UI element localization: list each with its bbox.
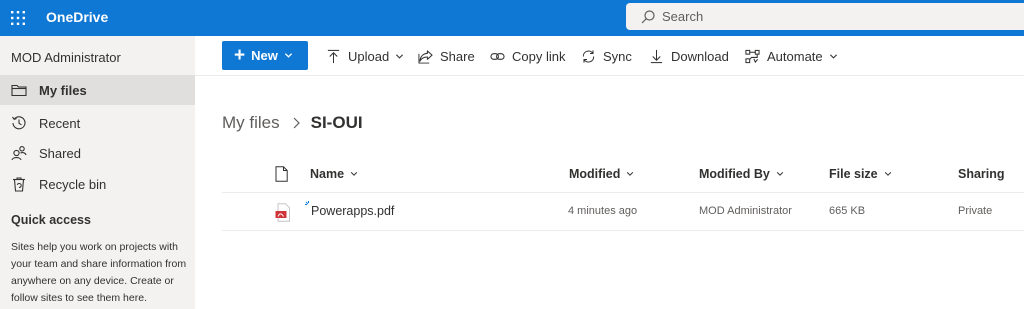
download-label: Download [671,48,729,64]
upload-icon [327,49,340,63]
left-nav: MOD Administrator My files Recent Shared… [0,36,195,309]
column-header-modified[interactable]: Modified [569,167,634,181]
column-header-label: File size [829,167,878,181]
chevron-down-icon [627,172,634,176]
column-header-modified-by[interactable]: Modified By [699,167,784,181]
nav-item-recent[interactable]: Recent [0,108,195,138]
table-row[interactable]: Powerapps.pdf 4 minutes ago MOD Administ… [222,193,1024,231]
download-button[interactable]: Download [649,46,729,66]
file-modified: 4 minutes ago [568,205,638,217]
nav-item-recycle-bin[interactable]: Recycle bin [0,169,195,199]
search-input[interactable] [662,9,982,24]
search-icon [641,9,655,23]
share-label: Share [440,48,475,64]
nav-item-my-files[interactable]: My files [0,75,195,105]
column-header-name[interactable]: Name [310,167,358,181]
copy-link-label: Copy link [512,48,566,64]
chevron-down-icon [776,172,784,176]
download-icon [650,49,663,63]
file-list-header: Name Modified Modified By File size Shar… [222,155,1024,193]
breadcrumb-current: SI-OUI [310,113,363,132]
app-title[interactable]: OneDrive [46,8,108,26]
nav-item-label: Shared [39,145,81,161]
column-header-sharing[interactable]: Sharing [958,167,1005,181]
new-button[interactable]: + New [222,41,308,70]
chevron-down-icon [829,53,837,59]
plus-icon: + [234,45,246,66]
history-icon [11,115,27,131]
sync-icon [582,49,595,63]
file-sharing: Private [958,205,993,217]
link-icon [490,52,505,60]
search-box[interactable] [626,3,1024,30]
recycle-bin-icon [11,176,27,192]
automate-label: Automate [767,48,823,64]
file-type-icon[interactable] [275,166,288,182]
nav-item-label: My files [39,82,87,98]
column-header-file-size[interactable]: File size [829,167,892,181]
chevron-down-icon [884,172,891,176]
copy-link-button[interactable]: Copy link [490,46,565,66]
chevron-down-icon [396,53,404,59]
user-name: MOD Administrator [11,50,121,65]
column-header-label: Modified By [699,167,770,181]
new-button-label: New [251,48,278,63]
folder-icon [11,82,27,98]
share-icon [418,49,433,64]
upload-button[interactable]: Upload [326,46,404,66]
automate-icon [745,49,760,63]
share-button[interactable]: Share [418,46,475,66]
people-icon [11,145,27,161]
app-launcher-icon[interactable] [0,0,36,36]
breadcrumb: My files SI-OUI [222,113,363,133]
sync-button[interactable]: Sync [581,46,632,66]
nav-item-shared[interactable]: Shared [0,138,195,168]
file-size: 665 KB [829,205,866,217]
column-header-label: Modified [569,167,621,181]
column-header-label: Name [310,167,345,181]
sync-label: Sync [603,48,632,64]
chevron-down-icon [284,53,292,58]
chevron-right-icon [293,117,300,129]
column-header-label: Sharing [958,167,1005,181]
quick-access-description: Sites help you work on projects with you… [11,241,187,304]
breadcrumb-parent[interactable]: My files [222,113,280,133]
automate-button[interactable]: Automate [745,46,838,66]
nav-item-label: Recent [39,115,81,131]
nav-item-label: Recycle bin [39,176,107,192]
file-modified-by: MOD Administrator [699,205,792,217]
upload-label: Upload [348,48,390,64]
quick-access-heading: Quick access [11,213,91,227]
chevron-down-icon [350,172,358,176]
file-name-link[interactable]: Powerapps.pdf [311,204,394,218]
suite-header: OneDrive [0,0,1024,36]
pdf-file-icon [275,203,290,222]
command-bar: + New Upload Share Copy link Sync Downlo… [195,36,1024,76]
